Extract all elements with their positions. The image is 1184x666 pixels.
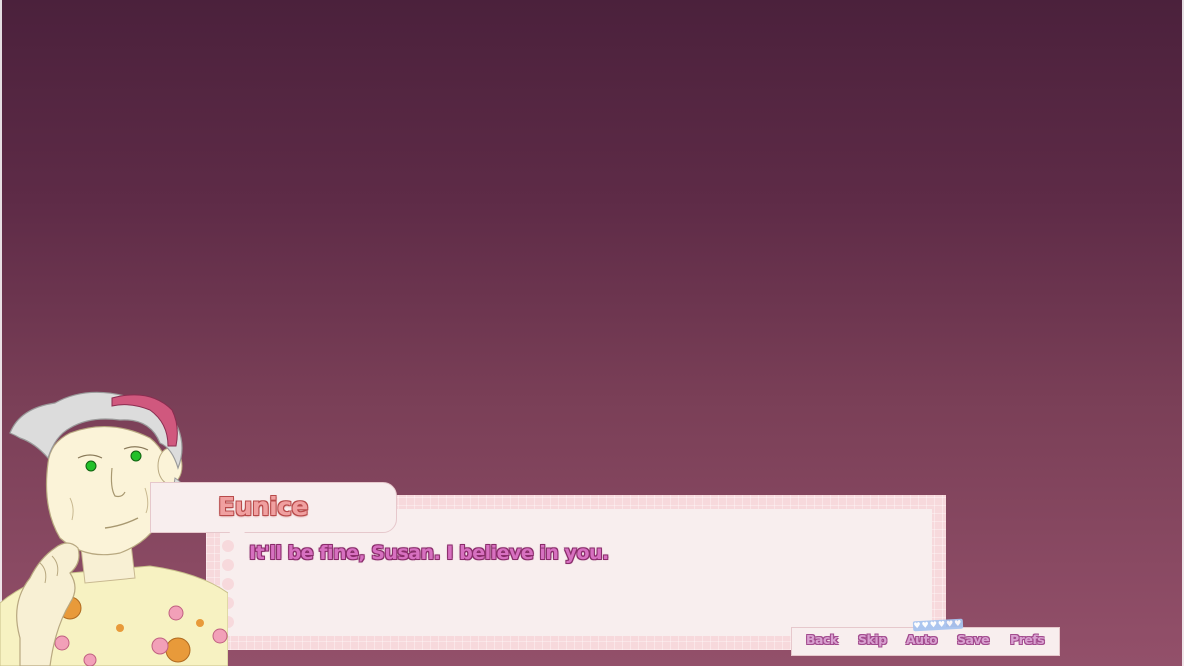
prefs-button[interactable]: Prefs: [1010, 632, 1045, 647]
save-button[interactable]: Save: [957, 632, 990, 647]
character-eye-left: [85, 460, 97, 472]
speaker-name: Eunice: [218, 492, 309, 521]
speaker-name-tail: [228, 530, 246, 544]
back-button[interactable]: Back: [806, 632, 838, 647]
character-eye-right: [130, 450, 142, 462]
skip-button[interactable]: Skip: [858, 632, 887, 647]
dialogue-line: It'll be fine, Susan. I believe in you.: [249, 542, 609, 564]
game-scene[interactable]: It'll be fine, Susan. I believe in you.: [0, 0, 1184, 666]
quick-menu: Back Skip Auto Save Prefs: [791, 627, 1060, 656]
auto-button[interactable]: Auto: [906, 632, 938, 647]
